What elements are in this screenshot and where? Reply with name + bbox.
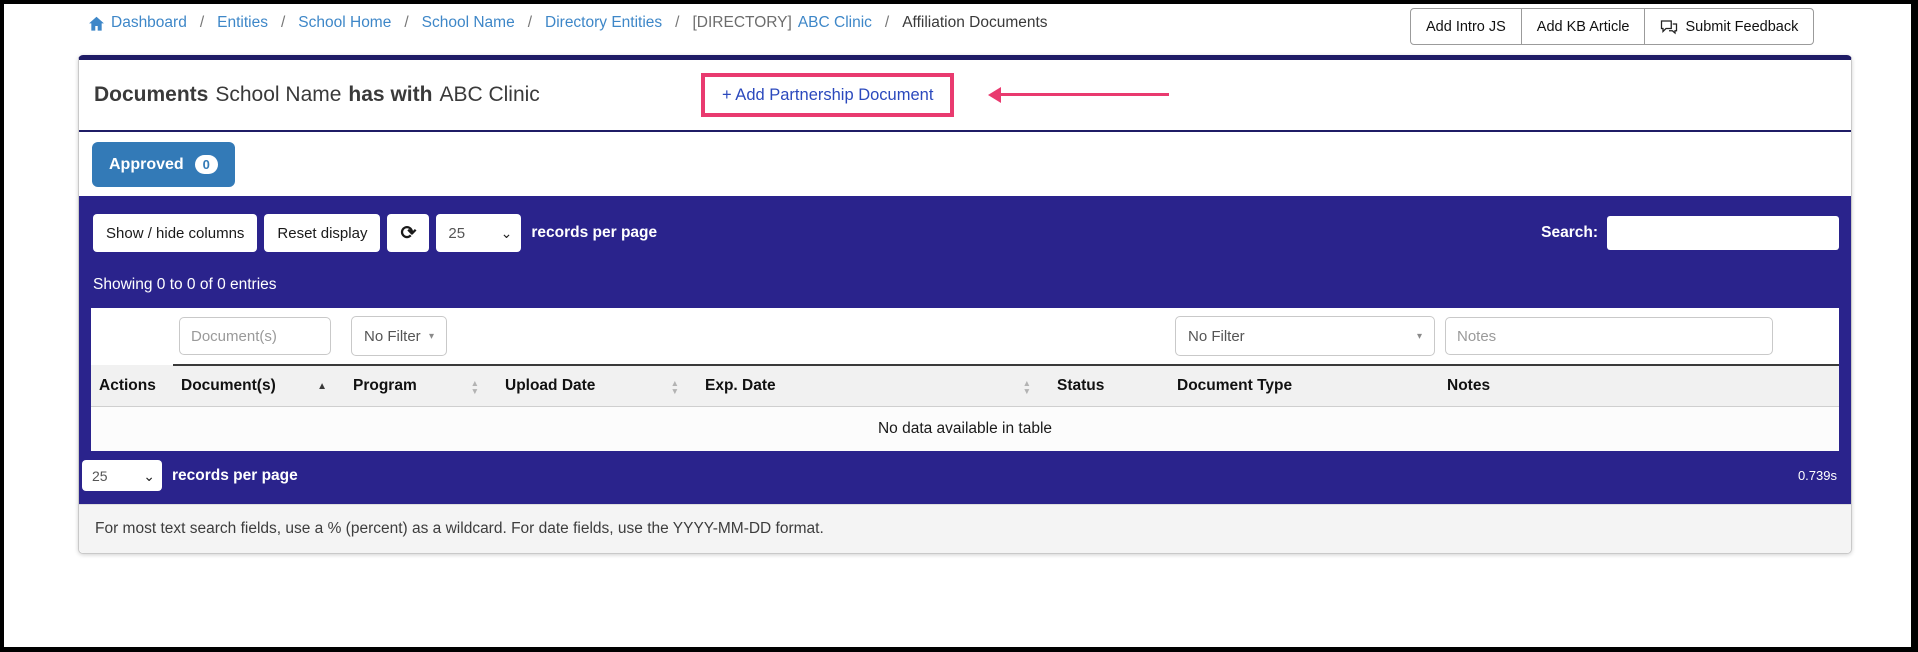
- breadcrumb-link-directory-abc-clinic[interactable]: [DIRECTORY] ABC Clinic: [692, 14, 871, 32]
- column-header-document-type[interactable]: Document Type: [1169, 364, 1439, 407]
- reset-display-button[interactable]: Reset display: [264, 214, 381, 252]
- sort-asc-icon: ▲: [317, 381, 327, 392]
- caret-down-icon: ▾: [428, 330, 434, 342]
- chevron-down-icon: ⌄: [500, 225, 513, 241]
- breadcrumb-link-entities[interactable]: Entities: [217, 14, 268, 32]
- column-header-exp-date[interactable]: Exp. Date ▲ ▼: [697, 364, 1049, 407]
- page-size-select[interactable]: 25 ⌄: [436, 214, 522, 252]
- refresh-button[interactable]: ⟳: [387, 214, 430, 252]
- search-hint-footer: For most text search fields, use a % (pe…: [79, 504, 1851, 553]
- title-has-with: has with: [348, 83, 433, 106]
- approved-count-badge: 0: [194, 155, 218, 174]
- table-controls-region: Show / hide columns Reset display ⟳ 25 ⌄…: [79, 196, 1851, 504]
- empty-table-row: No data available in table: [91, 406, 1839, 451]
- show-hide-columns-button[interactable]: Show / hide columns: [93, 214, 258, 252]
- breadcrumb-link-directory-entities[interactable]: Directory Entities: [545, 14, 662, 32]
- column-header-documents[interactable]: Document(s) ▲: [173, 364, 345, 407]
- table-pagination-row: 25 ⌄ records per page 0.739s: [79, 451, 1851, 504]
- title-entity-name: ABC Clinic: [439, 83, 540, 106]
- showing-entries-status: Showing 0 to 0 of 0 entries: [93, 276, 277, 293]
- title-school-name: School Name: [215, 83, 342, 106]
- query-timing: 0.739s: [1797, 468, 1837, 483]
- panel-header: Documents School Name has with ABC Clini…: [79, 60, 1851, 132]
- caret-down-icon: ▾: [1416, 330, 1422, 342]
- status-tab-row: Approved 0: [79, 132, 1851, 196]
- breadcrumb-link-dashboard[interactable]: Dashboard: [88, 14, 187, 32]
- column-header-program[interactable]: Program ▲ ▼: [345, 364, 497, 407]
- documents-table: No Filter ▾ No Filter ▾: [91, 308, 1839, 451]
- breadcrumb-separator: /: [527, 14, 533, 31]
- breadcrumb: Dashboard / Entities / School Home / Sch…: [88, 14, 1048, 32]
- column-header-notes[interactable]: Notes: [1439, 364, 1839, 407]
- no-data-message: No data available in table: [91, 406, 1839, 451]
- table-header-row: Actions Document(s) ▲ Program ▲ ▼ Upload …: [91, 364, 1839, 407]
- table-filter-row: No Filter ▾ No Filter ▾: [91, 308, 1839, 365]
- breadcrumb-separator: /: [675, 14, 680, 31]
- search-label: Search:: [1541, 224, 1598, 241]
- sort-both-icon: ▲ ▼: [1022, 378, 1031, 396]
- breadcrumb-separator: /: [199, 14, 205, 31]
- submit-feedback-button[interactable]: Submit Feedback: [1644, 8, 1815, 45]
- table-toolbar: Show / hide columns Reset display ⟳ 25 ⌄…: [93, 214, 1839, 252]
- annotation-arrow: [988, 86, 1169, 103]
- search-input[interactable]: [1607, 216, 1839, 250]
- breadcrumb-separator: /: [280, 14, 286, 31]
- annotation-highlight-box: + Add Partnership Document: [701, 73, 955, 117]
- chat-bubbles-icon: [1661, 19, 1678, 34]
- records-per-page-label: records per page: [531, 224, 658, 241]
- breadcrumb-separator: /: [884, 14, 890, 31]
- refresh-icon: ⟳: [400, 222, 417, 244]
- breadcrumb-current: Affiliation Documents: [902, 14, 1048, 31]
- add-kb-article-button[interactable]: Add KB Article: [1520, 8, 1646, 45]
- sort-both-icon: ▲ ▼: [670, 378, 679, 396]
- breadcrumb-link-school-home[interactable]: School Home: [298, 14, 391, 32]
- page-size-select-bottom[interactable]: 25 ⌄: [82, 460, 162, 491]
- chevron-down-icon: ⌄: [143, 467, 155, 484]
- sort-both-icon: ▲ ▼: [470, 378, 479, 396]
- notes-filter-input[interactable]: [1445, 317, 1773, 355]
- program-filter-select[interactable]: No Filter ▾: [351, 316, 447, 356]
- tab-approved[interactable]: Approved 0: [92, 142, 235, 187]
- document-type-filter-select[interactable]: No Filter ▾: [1175, 316, 1435, 356]
- home-icon: [89, 16, 104, 31]
- documents-panel: Documents School Name has with ABC Clini…: [78, 55, 1852, 554]
- add-partnership-document-link[interactable]: + Add Partnership Document: [722, 86, 933, 105]
- column-header-actions: Actions: [91, 364, 173, 407]
- column-header-upload-date[interactable]: Upload Date ▲ ▼: [497, 364, 697, 407]
- breadcrumb-link-school-name[interactable]: School Name: [422, 14, 515, 32]
- directory-tag: [DIRECTORY]: [692, 14, 792, 31]
- documents-filter-input[interactable]: [179, 317, 331, 355]
- column-header-status[interactable]: Status: [1049, 364, 1169, 407]
- add-intro-js-button[interactable]: Add Intro JS: [1410, 8, 1522, 45]
- breadcrumb-separator: /: [404, 14, 409, 31]
- records-per-page-label-bottom: records per page: [172, 466, 298, 484]
- header-button-group: Add Intro JS Add KB Article Submit Feedb…: [1410, 8, 1815, 45]
- title-documents: Documents: [94, 83, 209, 106]
- directory-name: ABC Clinic: [797, 14, 872, 31]
